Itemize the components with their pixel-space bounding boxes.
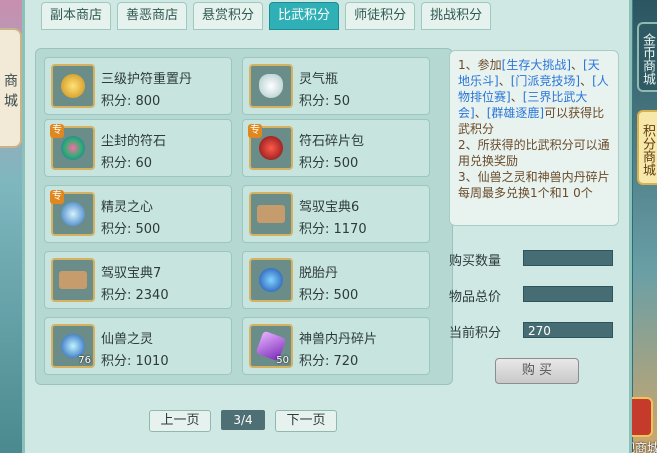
red-pouch-icon: 专 <box>248 124 293 170</box>
tab-duel-points[interactable]: 比武积分 <box>269 2 340 30</box>
info-panel: 1、参加[生存大挑战]、[天地乐斗]、[门派竞技场]、[人物排位赛]、[三界比武… <box>449 50 619 226</box>
item-name: 灵气瓶 <box>299 72 339 87</box>
side-tab-gold-mall[interactable]: 金币商城 <box>637 22 657 92</box>
blue-pills-icon <box>249 258 293 302</box>
tab-challenge-points[interactable]: 挑战积分 <box>421 2 492 30</box>
item-count: 76 <box>78 355 91 366</box>
exclusive-badge: 专 <box>50 124 64 138</box>
item-slot[interactable]: 专 精灵之心 积分: 500 <box>44 185 232 243</box>
link-heroes-contest[interactable]: [群雄逐鹿] <box>487 106 544 120</box>
gem <box>259 268 283 292</box>
item-slot[interactable]: 驾驭宝典6 积分: 1170 <box>242 185 430 243</box>
white-bottle-icon <box>249 64 293 108</box>
total-price-field <box>523 286 613 302</box>
tab-mentor-points[interactable]: 师徒积分 <box>345 2 416 30</box>
item-grid: 三级护符重置丹 积分: 800 灵气瓶 积分: 50 专 尘封的符石 积分: 6… <box>35 48 453 385</box>
item-price: 积分: 1010 <box>101 354 169 369</box>
page-indicator: 3/4 <box>221 410 265 430</box>
open-book-icon <box>51 258 95 302</box>
prev-page-button[interactable]: 上一页 <box>149 410 211 432</box>
side-tab-mall[interactable]: 商城 <box>0 28 22 148</box>
item-name: 三级护符重置丹 <box>101 72 193 87</box>
item-name: 脱胎丹 <box>299 266 339 281</box>
item-count: 50 <box>276 355 289 366</box>
next-page-button[interactable]: 下一页 <box>275 410 337 432</box>
spirit-heart-icon: 专 <box>50 190 95 236</box>
item-name: 神兽内丹碎片 <box>299 332 378 347</box>
gem <box>259 136 283 160</box>
purchase-quantity-input[interactable] <box>523 250 613 266</box>
item-slot[interactable]: 灵气瓶 积分: 50 <box>242 57 430 115</box>
gem <box>61 202 85 226</box>
gem <box>61 74 85 98</box>
item-name: 仙兽之灵 <box>101 332 154 347</box>
tab-dungeon-shop[interactable]: 副本商店 <box>41 2 112 30</box>
info-text: 3、仙兽之灵和神兽内丹碎片每周最多兑换1个和1 0个 <box>458 170 610 200</box>
tab-bar: 副本商店 善恶商店 悬赏积分 比武积分 师徒积分 挑战积分 <box>41 2 492 30</box>
tab-bounty-points[interactable]: 悬赏积分 <box>193 2 264 30</box>
item-price: 积分: 500 <box>299 156 359 171</box>
item-slot[interactable]: 50 神兽内丹碎片 积分: 720 <box>242 317 430 375</box>
item-slot[interactable]: 76 仙兽之灵 积分: 1010 <box>44 317 232 375</box>
info-separator: 、 <box>498 74 511 88</box>
side-tab-points-mall[interactable]: 积分商城 <box>637 110 657 185</box>
info-separator: 、 <box>571 58 584 72</box>
item-slot[interactable]: 脱胎丹 积分: 500 <box>242 251 430 309</box>
item-slot[interactable]: 驾驭宝典7 积分: 2340 <box>44 251 232 309</box>
colorful-rune-stone-icon: 专 <box>50 124 95 170</box>
item-slot[interactable]: 专 符石碎片包 积分: 500 <box>242 119 430 177</box>
current-points-label: 当前积分 <box>449 326 502 341</box>
item-slot[interactable]: 专 尘封的符石 积分: 60 <box>44 119 232 177</box>
link-sect-arena[interactable]: [门派竞技场] <box>511 74 580 88</box>
item-price: 积分: 60 <box>101 156 153 171</box>
gem <box>61 136 85 160</box>
item-name: 精灵之心 <box>101 200 154 215</box>
item-name: 尘封的符石 <box>101 134 167 149</box>
info-separator: 、 <box>510 90 523 104</box>
item-slot[interactable]: 三级护符重置丹 积分: 800 <box>44 57 232 115</box>
gem <box>257 205 285 223</box>
buy-button[interactable]: 购 买 <box>495 358 579 384</box>
gem <box>59 271 87 289</box>
item-price: 积分: 2340 <box>101 288 169 303</box>
purchase-quantity-label: 购买数量 <box>449 254 502 269</box>
item-price: 积分: 50 <box>299 94 351 109</box>
item-name: 驾驭宝典6 <box>299 200 360 215</box>
info-separator: 、 <box>580 74 593 88</box>
info-text: 2、所获得的比武积分可以通用兑换奖励 <box>458 138 610 168</box>
total-price-label: 物品总价 <box>449 290 502 305</box>
item-price: 积分: 800 <box>101 94 161 109</box>
current-points-field: 270 <box>523 322 613 338</box>
open-book-icon <box>249 192 293 236</box>
item-price: 积分: 500 <box>299 288 359 303</box>
exclusive-badge: 专 <box>248 124 262 138</box>
info-separator: 、 <box>474 106 487 120</box>
blue-orb-icon: 76 <box>51 324 95 368</box>
exclusive-badge: 专 <box>50 190 64 204</box>
info-text: 1、参加 <box>458 58 502 72</box>
item-price: 积分: 1170 <box>299 222 367 237</box>
purple-crystal-icon: 50 <box>249 324 293 368</box>
shop-panel: 副本商店 善恶商店 悬赏积分 比武积分 师徒积分 挑战积分 三级护符重置丹 积分… <box>22 0 632 453</box>
item-name: 驾驭宝典7 <box>101 266 162 281</box>
tab-karma-shop[interactable]: 善恶商店 <box>117 2 188 30</box>
gem <box>259 74 283 98</box>
item-name: 符石碎片包 <box>299 134 365 149</box>
link-survival-challenge[interactable]: [生存大挑战] <box>502 58 571 72</box>
golden-charm-icon <box>51 64 95 108</box>
item-price: 积分: 500 <box>101 222 161 237</box>
item-price: 积分: 720 <box>299 354 359 369</box>
